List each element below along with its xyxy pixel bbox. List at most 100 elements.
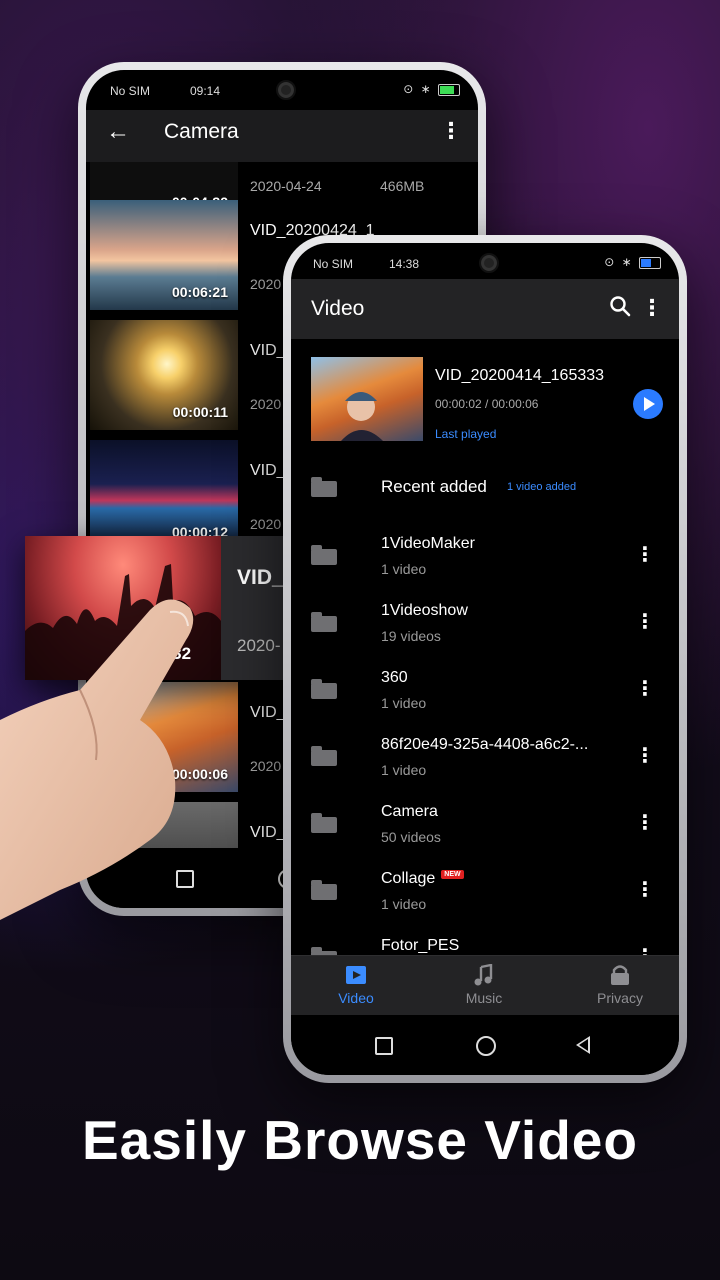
folder-name: Collage NEW bbox=[381, 870, 464, 888]
thumbnail-figure bbox=[341, 392, 383, 441]
folder-count: 19 videos bbox=[381, 628, 441, 644]
front-phone: No SIM 14:38 ⊙ ∗ Video ⋮ VID_20200414_16… bbox=[283, 235, 687, 1083]
system-nav-bar bbox=[291, 1015, 679, 1075]
lock-icon bbox=[611, 965, 629, 985]
app-header: Video ⋮ bbox=[291, 279, 679, 339]
front-phone-screen: No SIM 14:38 ⊙ ∗ Video ⋮ VID_20200414_16… bbox=[291, 243, 679, 1075]
video-name: VID_ bbox=[250, 342, 286, 359]
more-options-icon[interactable]: ⋮ bbox=[635, 813, 655, 833]
battery-icon bbox=[438, 83, 460, 96]
video-duration: 00:06:21 bbox=[171, 284, 228, 300]
video-thumbnail: 00:06:21 bbox=[90, 200, 238, 310]
tab-music[interactable]: Music bbox=[439, 964, 529, 1006]
folder-icon bbox=[311, 545, 337, 565]
video-name: VID_20200414_165333 bbox=[435, 367, 605, 384]
music-icon bbox=[474, 964, 493, 986]
recents-nav-icon[interactable] bbox=[375, 1037, 393, 1055]
folder-row[interactable]: Camera 50 videos ⋮ bbox=[291, 793, 679, 857]
video-name: VID_ bbox=[250, 824, 286, 841]
folder-icon bbox=[311, 880, 337, 900]
page-title: Camera bbox=[164, 120, 239, 143]
video-name: VID_ bbox=[237, 566, 284, 589]
page-title: Video bbox=[311, 297, 365, 320]
folder-name: Camera bbox=[381, 803, 438, 820]
video-date: 2020- bbox=[237, 636, 281, 655]
folder-count: 1 video bbox=[381, 561, 427, 577]
battery-icon bbox=[639, 256, 661, 269]
recent-added-row[interactable]: Recent added 1 video added bbox=[291, 463, 679, 513]
promo-headline: Easily Browse Video bbox=[81, 1109, 638, 1171]
recents-nav-icon[interactable] bbox=[176, 870, 194, 888]
front-camera bbox=[479, 253, 499, 273]
folder-row[interactable]: Fotor_PES ⋮ bbox=[291, 927, 679, 955]
folder-icon bbox=[311, 947, 337, 955]
status-icons: ⊙ ∗ bbox=[403, 82, 460, 96]
play-button[interactable] bbox=[633, 389, 663, 419]
video-icon bbox=[346, 966, 366, 984]
carrier-label: No SIM bbox=[110, 84, 151, 98]
back-nav-icon[interactable] bbox=[576, 1036, 590, 1054]
folder-count: 1 video bbox=[381, 762, 427, 778]
status-bar: No SIM 14:38 ⊙ ∗ bbox=[291, 243, 679, 279]
more-options-icon[interactable]: ⋮ bbox=[440, 120, 462, 142]
home-nav-icon[interactable] bbox=[476, 1036, 496, 1056]
video-name: VID_ bbox=[250, 704, 286, 721]
folder-name: 86f20e49-325a-4408-a6c2-... bbox=[381, 736, 589, 753]
more-options-icon[interactable]: ⋮ bbox=[635, 880, 655, 900]
folder-name: 360 bbox=[381, 669, 408, 686]
playback-progress: 00:00:02 / 00:00:06 bbox=[435, 397, 539, 411]
more-options-icon[interactable]: ⋮ bbox=[635, 947, 655, 955]
folder-row[interactable]: Collage NEW 1 video ⋮ bbox=[291, 860, 679, 924]
video-duration: 00:00:11 bbox=[172, 404, 228, 420]
video-date: 2020 bbox=[250, 276, 282, 292]
folder-count: 50 videos bbox=[381, 829, 441, 845]
video-thumbnail bbox=[311, 357, 423, 441]
video-duration: 00:00:06 bbox=[171, 766, 228, 782]
carrier-label: No SIM bbox=[313, 257, 354, 271]
bottom-tab-bar: Video Music Privacy bbox=[291, 955, 679, 1016]
video-date: 2020 bbox=[250, 516, 282, 532]
front-camera bbox=[276, 80, 296, 100]
more-options-icon[interactable]: ⋮ bbox=[635, 545, 655, 565]
folder-row[interactable]: 1VideoMaker 1 video ⋮ bbox=[291, 525, 679, 589]
recent-added-label: Recent added bbox=[381, 477, 487, 496]
last-played-tag: Last played bbox=[435, 427, 497, 441]
more-options-icon[interactable]: ⋮ bbox=[635, 679, 655, 699]
folder-icon bbox=[311, 679, 337, 699]
tab-label: Music bbox=[465, 990, 503, 1006]
folder-count: 1 video bbox=[381, 896, 427, 912]
last-played-card[interactable]: VID_20200414_165333 00:00:02 / 00:00:06 … bbox=[291, 343, 679, 443]
video-date: 2020-04-24 bbox=[250, 178, 322, 194]
tab-label: Privacy bbox=[597, 990, 643, 1006]
video-date: 2020 bbox=[250, 758, 282, 774]
tab-video[interactable]: Video bbox=[311, 964, 401, 1006]
video-name: VID_ bbox=[250, 462, 286, 479]
folder-name: 1VideoMaker bbox=[381, 535, 475, 552]
folder-row[interactable]: 1Videoshow 19 videos ⋮ bbox=[291, 592, 679, 656]
search-icon[interactable] bbox=[609, 295, 631, 317]
folder-count: 1 video bbox=[381, 695, 427, 711]
more-options-icon[interactable]: ⋮ bbox=[635, 746, 655, 766]
more-options-icon[interactable]: ⋮ bbox=[635, 612, 655, 632]
clock: 09:14 bbox=[190, 84, 221, 98]
video-duration: 00:00:32 bbox=[123, 644, 192, 663]
folder-name: Fotor_PES bbox=[381, 937, 460, 954]
folder-name: 1Videoshow bbox=[381, 602, 468, 619]
video-thumbnail: 00:00:11 bbox=[90, 320, 238, 430]
folder-icon bbox=[311, 746, 337, 766]
back-arrow-icon[interactable]: ← bbox=[106, 118, 130, 146]
folder-row[interactable]: 360 1 video ⋮ bbox=[291, 659, 679, 723]
folder-icon bbox=[311, 813, 337, 833]
video-size: 466MB bbox=[380, 178, 425, 194]
video-date: 2020 bbox=[250, 396, 282, 412]
folder-row[interactable]: 86f20e49-325a-4408-a6c2-... 1 video ⋮ bbox=[291, 726, 679, 790]
recent-count-badge: 1 video added bbox=[507, 481, 577, 493]
clock: 14:38 bbox=[389, 257, 420, 271]
new-badge: NEW bbox=[441, 870, 464, 879]
more-options-icon[interactable]: ⋮ bbox=[641, 297, 663, 319]
video-thumbnail: 00:00:12 bbox=[90, 440, 238, 550]
dragged-video-card[interactable]: 00:00:32 VID_ 2020- bbox=[25, 536, 321, 680]
tab-privacy[interactable]: Privacy bbox=[575, 964, 665, 1006]
tab-label: Video bbox=[338, 990, 374, 1006]
folder-icon bbox=[311, 477, 337, 497]
